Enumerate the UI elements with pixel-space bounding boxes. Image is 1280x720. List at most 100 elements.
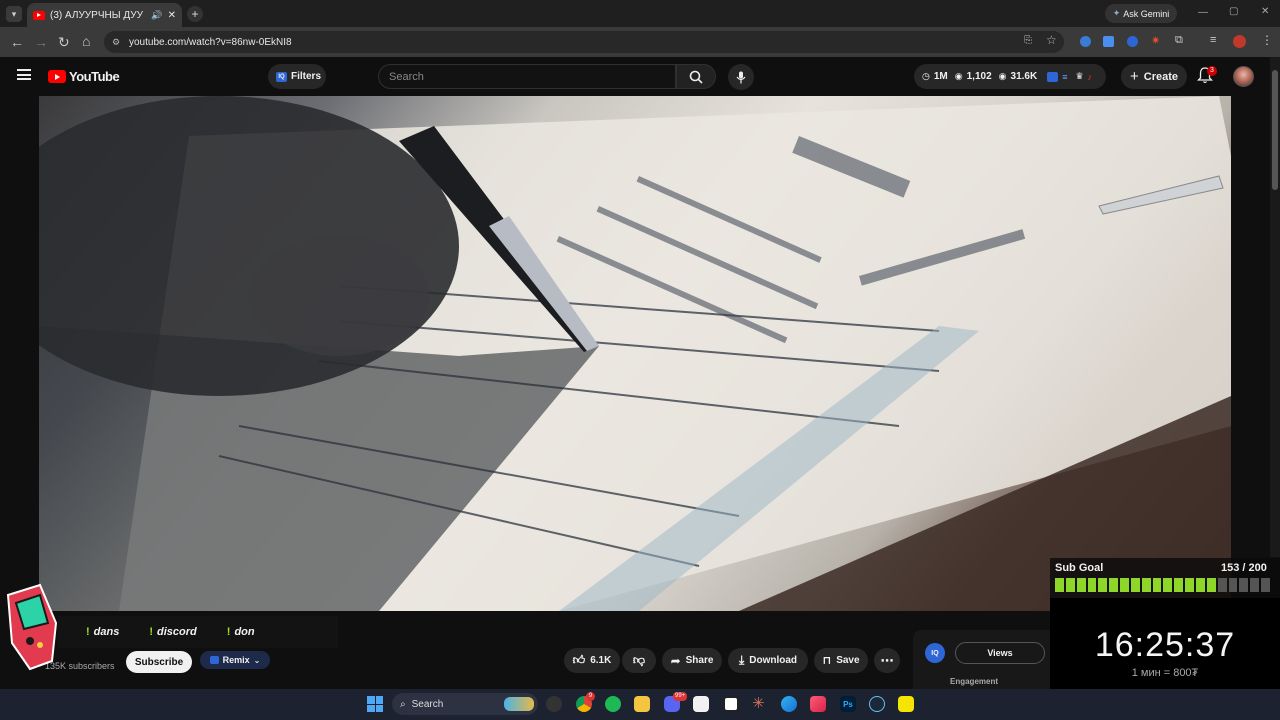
goal-segment: [1130, 578, 1140, 592]
extension-2-icon[interactable]: [1103, 36, 1114, 47]
sub-goal-progress-bar: [1055, 578, 1270, 592]
youtube-favicon-icon: [33, 10, 45, 20]
steam-icon[interactable]: [869, 696, 885, 712]
filters-button[interactable]: IQ Filters: [268, 64, 326, 89]
site-info-icon[interactable]: ⚙: [112, 37, 120, 48]
search-placeholder: Search: [389, 70, 424, 83]
steam-recording-icon[interactable]: [546, 696, 562, 712]
extension-4-icon[interactable]: ✷: [1151, 34, 1160, 47]
bookmark-star-icon[interactable]: ☆: [1046, 33, 1057, 47]
taskbar-search[interactable]: ⌕ Search: [392, 693, 538, 715]
extension-1-icon[interactable]: [1080, 36, 1091, 47]
create-label: Create: [1143, 70, 1179, 83]
gemini-icon: ✦: [1112, 8, 1121, 18]
goal-segment: [1141, 578, 1151, 592]
microphone-icon: [736, 71, 746, 83]
spotify-icon[interactable]: [605, 696, 621, 712]
maximize-button[interactable]: ▢: [1229, 6, 1238, 17]
countdown-timer: 16:25:37: [1094, 626, 1236, 664]
new-tab-button[interactable]: +: [187, 6, 203, 22]
sub-goal-count: 153 / 200: [1221, 562, 1267, 574]
sub-goal-label: Sub Goal: [1055, 562, 1104, 574]
like-button[interactable]: 👍︎ 6.1K: [564, 648, 620, 673]
engagement-label: Engagement: [950, 677, 999, 686]
timer-rate-text: 1 мин = 800₮: [1131, 667, 1199, 679]
discord-badge: 99+: [673, 692, 688, 701]
thumbs-down-icon: 👎︎: [632, 653, 646, 667]
more-actions-button[interactable]: ⋯: [874, 648, 900, 673]
address-bar[interactable]: ⚙ youtube.com/watch?v=86nw-0EkNI8: [104, 31, 1064, 53]
save-button[interactable]: ⊓ Save: [814, 648, 868, 673]
search-button[interactable]: [676, 64, 716, 89]
video-frame: [39, 96, 1231, 611]
chevron-down-icon: ⌄: [253, 655, 261, 665]
music-app-icon[interactable]: [810, 696, 826, 712]
reload-icon[interactable]: ↻: [58, 34, 70, 51]
pinned-app-icon[interactable]: [898, 696, 914, 712]
goal-segment: [1087, 578, 1097, 592]
ask-gemini-label: Ask Gemini: [1123, 8, 1170, 19]
clock-icon: ◷: [922, 71, 930, 81]
create-button[interactable]: + Create: [1121, 64, 1187, 89]
goal-segment: [1065, 578, 1075, 592]
goal-segment: [1120, 578, 1129, 592]
hamburger-menu-icon[interactable]: [17, 69, 31, 80]
browser-menu-icon[interactable]: ⋮: [1261, 33, 1273, 47]
voice-search-button[interactable]: [728, 64, 754, 90]
extensions-puzzle-icon[interactable]: ⧉: [1175, 34, 1183, 47]
close-window-button[interactable]: ✕: [1261, 6, 1269, 17]
goal-segment: [1098, 578, 1108, 592]
capcut-icon[interactable]: [693, 696, 709, 712]
url-text: youtube.com/watch?v=86nw-0EkNI8: [129, 36, 292, 48]
active-tab[interactable]: (3) АЛУУРЧНЫ ДУУ ХООЛО 🔊 ✕: [27, 3, 182, 27]
tab-close-icon[interactable]: ✕: [168, 10, 176, 21]
goal-segment: [1250, 578, 1260, 592]
filters-label: Filters: [291, 71, 322, 82]
remix-button[interactable]: Remix ⌄: [200, 651, 270, 669]
windows-start-icon[interactable]: [367, 696, 383, 712]
copilot-icon[interactable]: [781, 696, 797, 712]
notion-icon[interactable]: [723, 696, 739, 712]
back-icon[interactable]: ←: [10, 34, 24, 50]
channel-stats-pill[interactable]: ◷ 1M ◉ 1,102 ◉ 31.6K ≡ ♛ ♪: [914, 64, 1106, 89]
video-left-letterbox: [0, 96, 39, 611]
minimize-button[interactable]: —: [1198, 7, 1208, 18]
stat-3: 31.6K: [1010, 71, 1038, 82]
notifications-badge: 3: [1207, 66, 1217, 76]
search-input[interactable]: Search: [378, 64, 676, 89]
goal-segment: [1174, 578, 1184, 592]
stat-1: 1M: [933, 71, 948, 82]
download-button[interactable]: ⤓ Download: [728, 648, 808, 673]
chrome-badge: 9: [586, 692, 595, 701]
audio-icon[interactable]: 🔊: [151, 10, 162, 21]
profile-icon[interactable]: [1233, 35, 1246, 48]
youtube-logo-icon[interactable]: [48, 70, 66, 83]
views-tab-label: Views: [987, 648, 1013, 658]
dislike-button[interactable]: 👎︎: [622, 648, 656, 673]
share-button[interactable]: ➦ Share: [662, 648, 722, 673]
extension-3-icon[interactable]: [1127, 36, 1138, 47]
youtube-logo-text[interactable]: YouTube: [69, 69, 120, 84]
video-player[interactable]: [39, 96, 1231, 611]
photoshop-icon[interactable]: Ps: [840, 696, 856, 712]
file-explorer-icon[interactable]: [634, 696, 650, 712]
scrollbar-thumb[interactable]: [1272, 70, 1278, 190]
install-icon[interactable]: ⎘: [1024, 35, 1032, 46]
forward-icon[interactable]: →: [34, 34, 48, 50]
claude-icon[interactable]: ✳: [752, 694, 765, 712]
subscribe-button[interactable]: Subscribe: [126, 651, 192, 673]
arcade-mascot-icon: [0, 583, 62, 671]
views-tab[interactable]: Views: [955, 642, 1045, 664]
home-icon[interactable]: ⌂: [82, 33, 90, 49]
ticker-item: ! dans: [86, 626, 120, 638]
goal-segment: [1217, 578, 1227, 592]
iq-icon: IQ: [276, 71, 287, 82]
tab-search-button[interactable]: ▾: [6, 6, 22, 22]
ask-gemini-button[interactable]: ✦ Ask Gemini: [1105, 4, 1177, 23]
avatar[interactable]: [1233, 66, 1254, 87]
iq-icon: [1047, 71, 1059, 82]
reading-list-icon[interactable]: ≡: [1210, 34, 1216, 46]
eye-icon: ◉: [954, 71, 963, 81]
download-label: Download: [749, 655, 798, 666]
subscribe-label: Subscribe: [134, 656, 184, 668]
